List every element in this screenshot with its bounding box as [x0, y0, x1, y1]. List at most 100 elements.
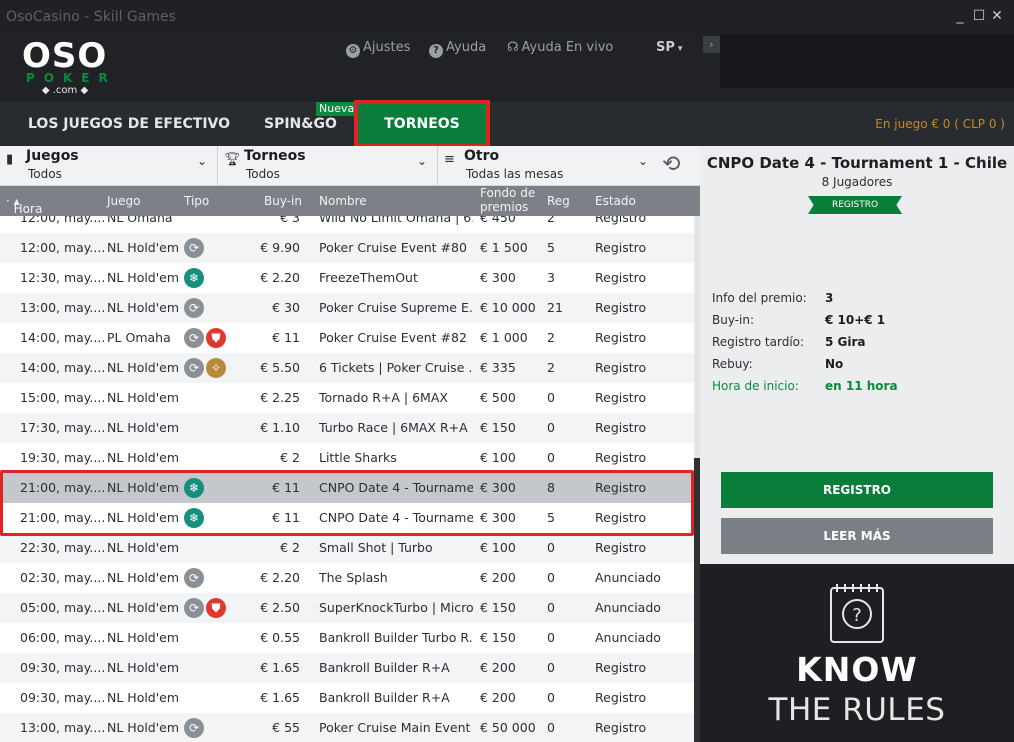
- table-row[interactable]: 06:00, may.... NL Hold'em € 0.55 Bankroll B…: [0, 623, 694, 653]
- close-icon[interactable]: ✕: [989, 8, 1005, 24]
- rebuy-icon: ⟳: [184, 298, 204, 318]
- cell-game: NL Hold'em: [107, 720, 180, 735]
- cell-name: Bankroll Builder Turbo R...: [319, 630, 473, 645]
- new-badge: Nueva: [316, 102, 358, 116]
- cell-prize: € 100: [480, 540, 516, 555]
- filter-other[interactable]: ≡ Otro Todas las mesas ⌄: [438, 146, 658, 186]
- table-row[interactable]: 14:00, may.... PL Omaha € 11 Poker Cruise E…: [0, 323, 694, 353]
- question-icon: ?: [429, 44, 443, 58]
- table-row[interactable]: 21:00, may.... NL Hold'em € 11 CNPO Date 4 …: [0, 503, 694, 533]
- cell-status: Registro: [595, 300, 647, 315]
- svg-text:?: ?: [852, 605, 862, 626]
- cell-game: NL Hold'em: [107, 300, 180, 315]
- language-select[interactable]: SP ▾: [656, 40, 682, 55]
- column-status[interactable]: Estado: [595, 194, 636, 208]
- cell-prize: € 1 000: [480, 330, 528, 345]
- table-row[interactable]: 02:30, may.... NL Hold'em € 2.20 The Splash…: [0, 563, 694, 593]
- filter-games[interactable]: ▮ Juegos Todos ⌄: [0, 146, 218, 186]
- table-row[interactable]: 09:30, may.... NL Hold'em € 1.65 Bankroll B…: [0, 683, 694, 713]
- rules-promo-banner[interactable]: ? KNOW THE RULES: [700, 564, 1014, 742]
- cell-registered: 0: [547, 390, 555, 405]
- cell-game: NL Hold'em: [107, 450, 180, 465]
- table-row[interactable]: 05:00, may.... NL Hold'em € 2.50 SuperKnock…: [0, 593, 694, 623]
- tab-tournaments[interactable]: TORNEOS: [354, 100, 490, 148]
- cell-name: CNPO Date 4 - Tourname...: [319, 480, 473, 495]
- table-row[interactable]: 17:30, may.... NL Hold'em € 1.10 Turbo Race…: [0, 413, 694, 443]
- info-rebuy-label: Rebuy:: [712, 357, 753, 371]
- cell-name: Bankroll Builder R+A: [319, 660, 450, 675]
- tab-cash-games[interactable]: LOS JUEGOS DE EFECTIVO: [28, 102, 230, 146]
- cell-name: CNPO Date 4 - Tourname...: [319, 510, 473, 525]
- table-row[interactable]: 09:30, may.... NL Hold'em € 1.65 Bankroll B…: [0, 653, 694, 683]
- freezeout-icon: ❄: [184, 508, 204, 528]
- rebuy-icon: ⟳: [184, 598, 204, 618]
- cell-prize: € 335: [480, 360, 516, 375]
- table-row[interactable]: 14:00, may.... NL Hold'em € 5.50 6 Tickets …: [0, 353, 694, 383]
- filter-tournaments-value: Todos: [246, 167, 280, 181]
- column-name[interactable]: Nombre: [319, 194, 367, 208]
- column-prize-pool[interactable]: Fondo de premios: [480, 186, 540, 214]
- cell-start-time: 13:00, may....: [20, 720, 104, 735]
- cell-start-time: 14:00, may....: [20, 360, 104, 375]
- banner-area: [720, 34, 1014, 88]
- cell-start-time: 12:30, may....: [20, 270, 104, 285]
- table-row[interactable]: 13:00, may.... NL Hold'em € 55 Poker Cruise…: [0, 713, 694, 742]
- expand-panel-button[interactable]: ›: [703, 36, 720, 53]
- table-row[interactable]: 12:00, may.... NL Omaha € 3 Wild No Limit O…: [0, 216, 694, 233]
- table-row[interactable]: 15:00, may.... NL Hold'em € 2.25 Tornado R+…: [0, 383, 694, 413]
- help-link[interactable]: ? Ayuda: [429, 40, 486, 58]
- refresh-icon[interactable]: ⟲: [662, 152, 680, 177]
- column-type[interactable]: Tipo: [184, 194, 209, 208]
- table-row[interactable]: 21:00, may.... NL Hold'em € 11 CNPO Date 4 …: [0, 473, 694, 503]
- cell-registered: 0: [547, 720, 555, 735]
- cell-prize: € 150: [480, 600, 516, 615]
- cell-start-time: 14:00, may....: [20, 330, 104, 345]
- column-registered[interactable]: Reg: [547, 194, 570, 208]
- read-more-button[interactable]: LEER MÁS: [721, 518, 993, 554]
- minimize-icon[interactable]: _: [952, 8, 968, 24]
- cell-registered: 0: [547, 420, 555, 435]
- table-row[interactable]: 12:00, may.... NL Hold'em € 9.90 Poker Crui…: [0, 233, 694, 263]
- cell-game: NL Hold'em: [107, 270, 180, 285]
- column-buyin[interactable]: Buy-in: [264, 194, 302, 208]
- cell-start-time: 22:30, may....: [20, 540, 104, 555]
- cell-prize: € 10 000: [480, 300, 536, 315]
- cell-status: Registro: [595, 360, 647, 375]
- maximize-icon[interactable]: ☐: [971, 8, 987, 24]
- cell-status: Registro: [595, 270, 647, 285]
- cell-prize: € 300: [480, 480, 516, 495]
- gear-icon: ⚙: [346, 44, 360, 58]
- rebuy-icon: ⟳: [184, 718, 204, 738]
- cell-name: SuperKnockTurbo | Micro: [319, 600, 473, 615]
- tournament-title: CNPO Date 4 - Tournament 1 - Chile: [706, 154, 1008, 172]
- cell-prize: € 200: [480, 660, 516, 675]
- table-row[interactable]: 22:30, may.... NL Hold'em € 2 Small Shot | …: [0, 533, 694, 563]
- filter-other-value: Todas las mesas: [466, 167, 564, 181]
- table-row[interactable]: 13:00, may.... NL Hold'em € 30 Poker Cruise…: [0, 293, 694, 323]
- cell-registered: 5: [547, 240, 555, 255]
- filter-tournaments[interactable]: 🏆︎ Torneos Todos ⌄: [218, 146, 438, 186]
- cell-name: Turbo Race | 6MAX R+A: [319, 420, 468, 435]
- cell-buyin: € 2.50: [260, 600, 300, 615]
- column-start-time[interactable]: · Hora de inicio ▴: [6, 194, 45, 244]
- info-prize-value: 3: [825, 291, 834, 305]
- register-button[interactable]: REGISTRO: [721, 472, 993, 508]
- cell-registered: 0: [547, 540, 555, 555]
- settings-link[interactable]: ⚙ Ajustes: [346, 40, 410, 58]
- table-row[interactable]: 12:30, may.... NL Hold'em € 2.20 FreezeThem…: [0, 263, 694, 293]
- table-row[interactable]: 19:30, may.... NL Hold'em € 2 Little Sharks…: [0, 443, 694, 473]
- cell-game: PL Omaha: [107, 330, 171, 345]
- cell-buyin: € 9.90: [260, 240, 300, 255]
- title-bar: OsoCasino - Skill Games _ ☐ ✕: [0, 0, 1014, 34]
- cell-start-time: 12:00, may....: [20, 240, 104, 255]
- cell-buyin: € 2.20: [260, 270, 300, 285]
- column-game[interactable]: Juego: [107, 194, 141, 208]
- cell-name: FreezeThemOut: [319, 270, 418, 285]
- cell-prize: € 1 500: [480, 240, 528, 255]
- cell-start-time: 09:30, may....: [20, 660, 104, 675]
- cell-status: Anunciado: [595, 630, 661, 645]
- live-help-link[interactable]: ☊ Ayuda En vivo: [507, 40, 613, 55]
- cell-prize: € 150: [480, 420, 516, 435]
- chevron-down-icon: ⌄: [196, 154, 207, 168]
- main-nav: LOS JUEGOS DE EFECTIVO SPIN&GO Nueva TOR…: [0, 100, 1014, 148]
